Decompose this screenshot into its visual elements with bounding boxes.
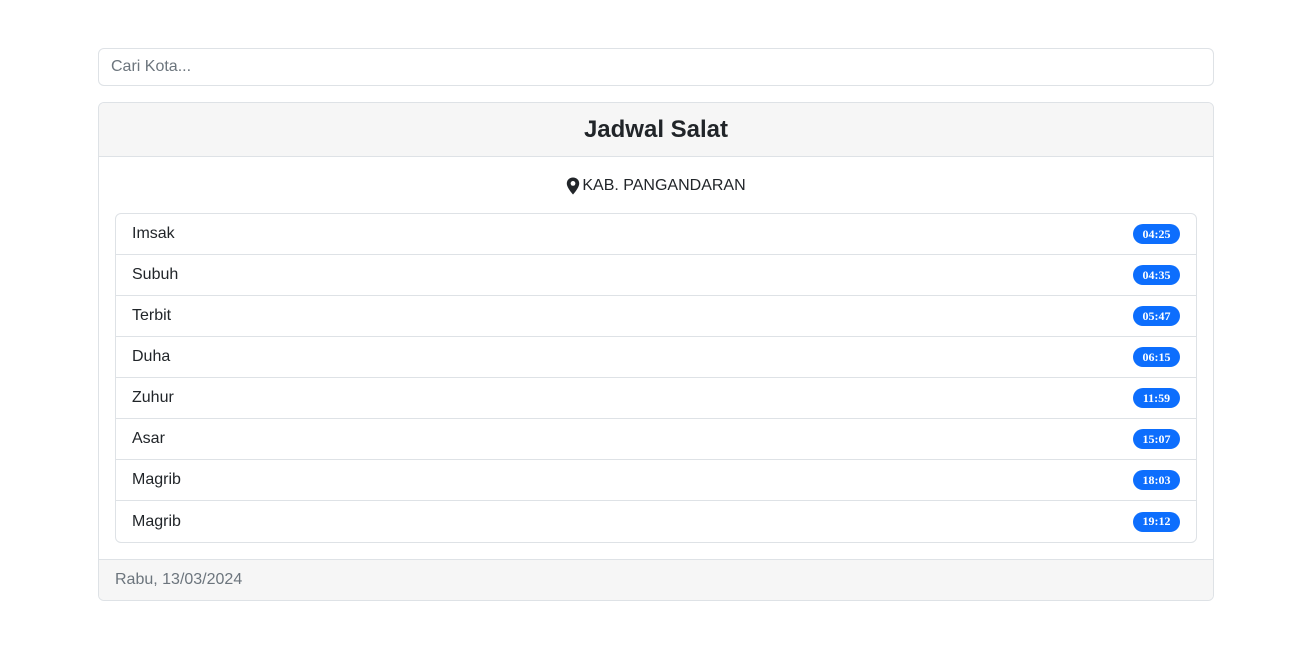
location-name: KAB. PANGANDARAN (582, 177, 746, 194)
prayer-time-badge: 15:07 (1133, 429, 1180, 449)
list-item: Subuh 04:35 (116, 255, 1196, 296)
map-marker-icon (566, 177, 580, 195)
prayer-time-badge: 19:12 (1133, 511, 1180, 532)
prayer-name: Magrib (132, 512, 181, 530)
prayer-time-badge: 06:15 (1133, 347, 1180, 367)
prayer-schedule-card: Jadwal Salat KAB. PANGANDARAN Imsak 04:2… (98, 102, 1214, 601)
location: KAB. PANGANDARAN (115, 173, 1197, 199)
footer-date: Rabu, 13/03/2024 (115, 571, 243, 588)
prayer-name: Magrib (132, 471, 181, 488)
card-body: KAB. PANGANDARAN Imsak 04:25 Subuh 04:35… (99, 157, 1213, 559)
prayer-name: Asar (132, 430, 165, 447)
main-container: Jadwal Salat KAB. PANGANDARAN Imsak 04:2… (98, 48, 1214, 601)
list-item: Terbit 05:47 (116, 296, 1196, 337)
prayer-name: Terbit (132, 307, 172, 324)
prayer-time-badge: 04:25 (1133, 224, 1180, 244)
list-item: Asar 15:07 (116, 419, 1196, 460)
card-header: Jadwal Salat (99, 103, 1213, 157)
prayer-time-badge: 11:59 (1133, 388, 1180, 408)
prayer-name: Duha (132, 348, 171, 365)
list-item: Duha 06:15 (116, 337, 1196, 378)
search-input[interactable] (98, 48, 1214, 86)
prayer-time-badge: 04:35 (1133, 265, 1180, 285)
list-item: Magrib 18:03 (116, 460, 1196, 501)
list-item: Magrib 19:12 (116, 501, 1196, 542)
prayer-times-list: Imsak 04:25 Subuh 04:35 Terbit 05:47 Duh… (115, 213, 1197, 543)
prayer-time-badge: 05:47 (1133, 306, 1180, 326)
list-item: Zuhur 11:59 (116, 378, 1196, 419)
card-title: Jadwal Salat (583, 115, 729, 143)
prayer-name: Imsak (132, 225, 175, 242)
list-item: Imsak 04:25 (116, 214, 1196, 255)
prayer-name: Zuhur (132, 389, 174, 406)
prayer-name: Subuh (132, 266, 179, 283)
prayer-time-badge: 18:03 (1133, 470, 1180, 490)
card-footer: Rabu, 13/03/2024 (99, 559, 1213, 600)
